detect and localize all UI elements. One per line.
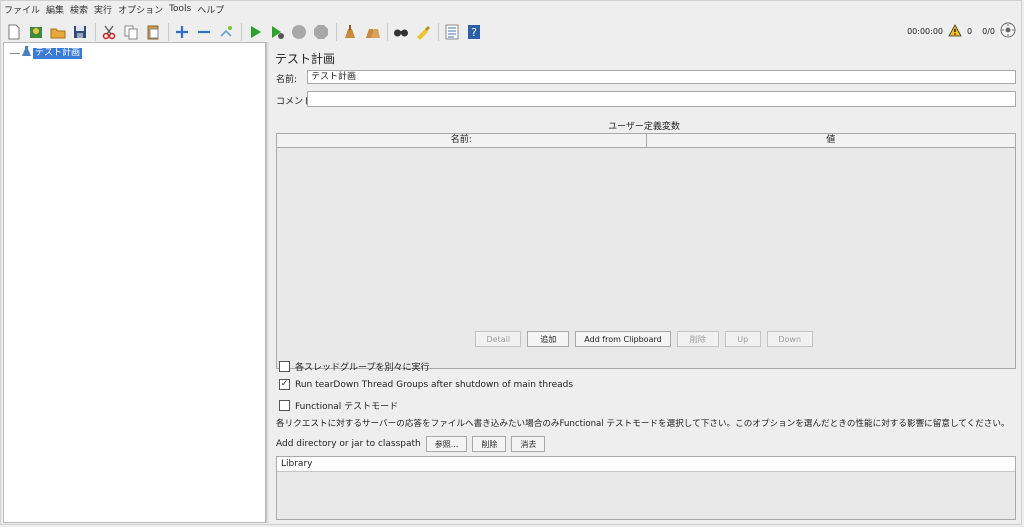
- detail-button[interactable]: Detail: [475, 331, 522, 347]
- library-column-header[interactable]: Library: [277, 457, 1015, 472]
- collapse-icon[interactable]: [194, 22, 214, 42]
- tree-connector: [10, 52, 20, 54]
- clear-icon[interactable]: [340, 22, 360, 42]
- stop-icon[interactable]: [289, 22, 309, 42]
- classpath-row: Add directory or jar to classpath 参照... …: [276, 436, 546, 452]
- classpath-clear-button[interactable]: 消去: [511, 436, 546, 452]
- column-header-name[interactable]: 名前:: [277, 134, 646, 147]
- start-icon[interactable]: [245, 22, 265, 42]
- start-no-pause-icon[interactable]: [267, 22, 287, 42]
- new-icon[interactable]: [4, 22, 24, 42]
- menu-run[interactable]: 実行: [94, 3, 112, 16]
- toolbar-separator: [438, 23, 439, 41]
- search-icon[interactable]: [391, 22, 411, 42]
- add-button[interactable]: 追加: [527, 331, 570, 347]
- menu-options[interactable]: オプション: [118, 3, 163, 16]
- add-from-clipboard-button[interactable]: Add from Clipboard: [575, 331, 671, 347]
- delete-button[interactable]: 削除: [676, 331, 719, 347]
- test-plan-tree[interactable]: テスト計画: [3, 42, 266, 523]
- teardown-checkbox[interactable]: ✓: [279, 379, 290, 390]
- clear-all-icon[interactable]: [362, 22, 382, 42]
- classpath-delete-button[interactable]: 削除: [472, 436, 507, 452]
- templates-icon[interactable]: [26, 22, 46, 42]
- menu-tools[interactable]: Tools: [169, 4, 191, 14]
- toolbar-separator: [241, 23, 242, 41]
- functional-mode-option[interactable]: Functional テストモード: [279, 399, 398, 412]
- thread-count: 0/0: [982, 26, 995, 36]
- status-area: 00:00:00 0 0/0: [902, 22, 1016, 40]
- user-vars-title: ユーザー定義変数: [608, 122, 680, 132]
- menu-help[interactable]: ヘルプ: [197, 3, 224, 16]
- flask-icon: [22, 46, 31, 60]
- function-helper-icon[interactable]: [442, 22, 462, 42]
- menu-bar: ファイル 編集 検索 実行 オプション Tools ヘルプ: [4, 2, 230, 16]
- library-table[interactable]: Library: [276, 456, 1016, 520]
- remote-status-icon: [1000, 22, 1016, 40]
- table-button-row: Detail 追加 Add from Clipboard 削除 Up Down: [270, 331, 1018, 347]
- tree-node-test-plan[interactable]: テスト計画: [10, 46, 83, 60]
- warning-count: 0: [967, 26, 973, 36]
- tree-node-label: テスト計画: [33, 47, 83, 59]
- menu-edit[interactable]: 編集: [46, 3, 64, 16]
- comment-field[interactable]: [307, 91, 1016, 107]
- serial-thread-groups-checkbox[interactable]: [279, 361, 290, 372]
- shutdown-icon[interactable]: [311, 22, 331, 42]
- panel-splitter[interactable]: [266, 42, 269, 523]
- down-button[interactable]: Down: [766, 331, 813, 347]
- save-icon[interactable]: [70, 22, 90, 42]
- serial-thread-groups-option[interactable]: 各スレッドグループを別々に実行: [279, 360, 429, 373]
- toolbar-separator: [168, 23, 169, 41]
- column-header-value[interactable]: 値: [645, 134, 1016, 147]
- name-label: 名前:: [276, 75, 298, 85]
- functional-mode-label: Functional テストモード: [295, 402, 399, 412]
- expand-icon[interactable]: [172, 22, 192, 42]
- page-title: テスト計画: [275, 52, 336, 66]
- serial-thread-groups-label: 各スレッドグループを別々に実行: [295, 363, 430, 373]
- functional-mode-checkbox[interactable]: [279, 400, 290, 411]
- teardown-label: Run tearDown Thread Groups after shutdow…: [295, 379, 574, 390]
- toolbar-separator: [387, 23, 388, 41]
- name-field[interactable]: テスト計画: [307, 70, 1016, 84]
- toggle-icon[interactable]: [216, 22, 236, 42]
- table-header: 名前: 値: [277, 134, 1015, 148]
- toolbar-separator: [336, 23, 337, 41]
- svg-text:?: ?: [471, 26, 477, 39]
- menu-file[interactable]: ファイル: [4, 3, 40, 16]
- open-icon[interactable]: [48, 22, 68, 42]
- up-button[interactable]: Up: [724, 331, 761, 347]
- functional-mode-note: 各リクエストに対するサーバーの応答をファイルへ書き込みたい場合のみFunctio…: [276, 419, 1010, 429]
- paste-icon[interactable]: [143, 22, 163, 42]
- reset-search-icon[interactable]: [413, 22, 433, 42]
- browse-button[interactable]: 参照...: [425, 436, 468, 452]
- help-icon[interactable]: ?: [464, 22, 484, 42]
- toolbar-separator: [95, 23, 96, 41]
- menu-search[interactable]: 検索: [70, 3, 88, 16]
- copy-icon[interactable]: [121, 22, 141, 42]
- warning-icon[interactable]: [948, 23, 962, 39]
- classpath-label: Add directory or jar to classpath: [276, 439, 421, 449]
- teardown-option[interactable]: ✓ Run tearDown Thread Groups after shutd…: [279, 379, 573, 390]
- cut-icon[interactable]: [99, 22, 119, 42]
- test-plan-panel: テスト計画 名前: テスト計画 コメント ユーザー定義変数 名前: 値 Deta…: [270, 42, 1018, 523]
- elapsed-time: 00:00:00: [907, 26, 944, 36]
